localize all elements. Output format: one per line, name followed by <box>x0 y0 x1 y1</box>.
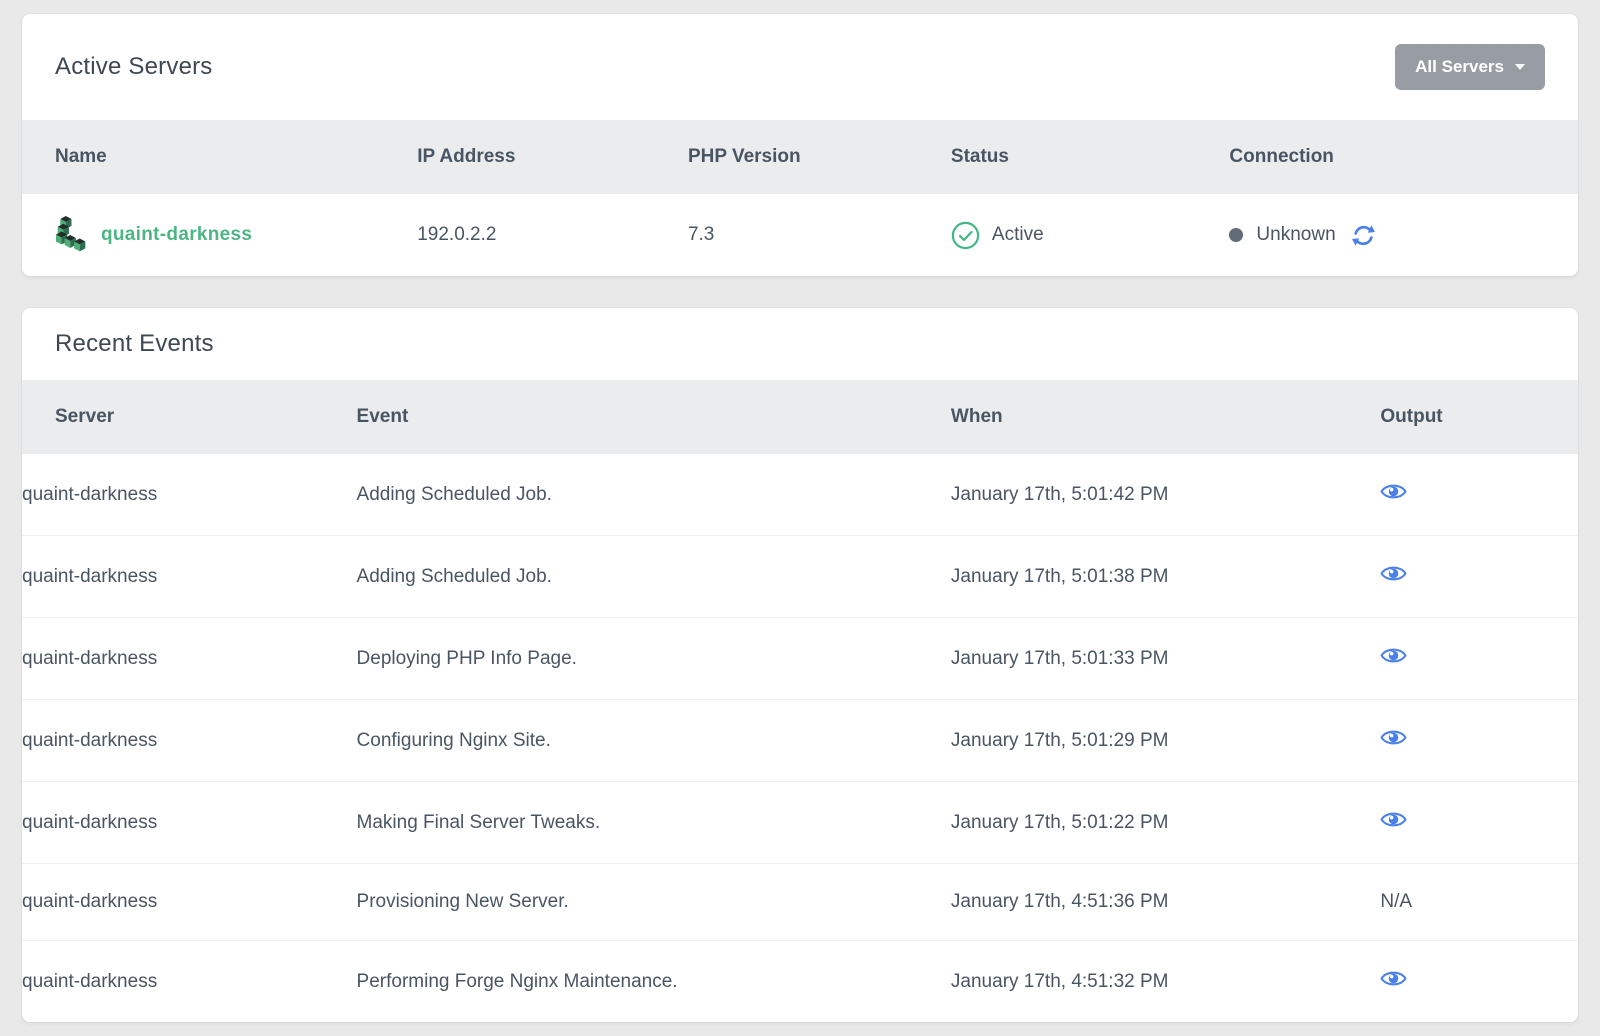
column-ip-address: IP Address <box>417 120 688 194</box>
eye-icon <box>1380 645 1407 666</box>
active-servers-title: Active Servers <box>55 53 213 81</box>
recent-events-table: Server Event When Output quaint-darkness… <box>22 380 1578 1022</box>
eye-icon <box>1380 968 1407 989</box>
column-connection: Connection <box>1229 120 1578 194</box>
event-when: January 17th, 5:01:22 PM <box>951 782 1380 864</box>
event-description: Performing Forge Nginx Maintenance. <box>357 941 951 1023</box>
server-row: quaint-darkness 192.0.2.2 7.3 <box>22 194 1578 276</box>
view-output-button[interactable] <box>1380 727 1407 748</box>
view-output-button[interactable] <box>1380 481 1407 502</box>
events-table-header-row: Server Event When Output <box>22 380 1578 454</box>
view-output-button[interactable] <box>1380 563 1407 584</box>
connection-status-dot-icon <box>1229 228 1243 242</box>
recent-events-header: Recent Events <box>22 308 1578 380</box>
recent-events-title: Recent Events <box>55 330 214 358</box>
recent-events-panel: Recent Events Server Event When Output q… <box>22 308 1578 1022</box>
event-description: Adding Scheduled Job. <box>357 454 951 536</box>
refresh-connection-button[interactable] <box>1351 223 1376 248</box>
eye-icon <box>1380 563 1407 584</box>
event-when: January 17th, 5:01:33 PM <box>951 618 1380 700</box>
column-event: Event <box>357 380 951 454</box>
server-php-version: 7.3 <box>688 194 951 276</box>
all-servers-dropdown[interactable]: All Servers <box>1395 44 1545 90</box>
event-row: quaint-darkness Provisioning New Server.… <box>22 864 1578 941</box>
event-server: quaint-darkness <box>22 782 357 864</box>
event-server: quaint-darkness <box>22 536 357 618</box>
event-description: Adding Scheduled Job. <box>357 536 951 618</box>
event-when: January 17th, 5:01:42 PM <box>951 454 1380 536</box>
event-description: Provisioning New Server. <box>357 864 951 941</box>
all-servers-dropdown-label: All Servers <box>1415 57 1504 77</box>
event-description: Configuring Nginx Site. <box>357 700 951 782</box>
event-server: quaint-darkness <box>22 618 357 700</box>
column-server: Server <box>22 380 357 454</box>
eye-icon <box>1380 809 1407 830</box>
event-server: quaint-darkness <box>22 454 357 536</box>
connection-status-text: Unknown <box>1256 224 1335 246</box>
column-status: Status <box>951 120 1230 194</box>
caret-down-icon <box>1515 64 1525 70</box>
server-name-link[interactable]: quaint-darkness <box>101 224 252 246</box>
column-name: Name <box>22 120 417 194</box>
server-status-text: Active <box>992 224 1044 246</box>
event-when: January 17th, 4:51:36 PM <box>951 864 1380 941</box>
column-php-version: PHP Version <box>688 120 951 194</box>
active-servers-header: Active Servers All Servers <box>22 14 1578 120</box>
event-description: Deploying PHP Info Page. <box>357 618 951 700</box>
column-when: When <box>951 380 1380 454</box>
event-row: quaint-darkness Performing Forge Nginx M… <box>22 941 1578 1023</box>
event-server: quaint-darkness <box>22 864 357 941</box>
event-row: quaint-darkness Deploying PHP Info Page.… <box>22 618 1578 700</box>
event-row: quaint-darkness Configuring Nginx Site. … <box>22 700 1578 782</box>
eye-icon <box>1380 727 1407 748</box>
event-row: quaint-darkness Adding Scheduled Job. Ja… <box>22 454 1578 536</box>
event-row: quaint-darkness Making Final Server Twea… <box>22 782 1578 864</box>
servers-table-header-row: Name IP Address PHP Version Status Conne… <box>22 120 1578 194</box>
column-output: Output <box>1380 380 1578 454</box>
view-output-button[interactable] <box>1380 645 1407 666</box>
event-server: quaint-darkness <box>22 941 357 1023</box>
dashboard-page: Active Servers All Servers Name IP Addre… <box>0 0 1600 1036</box>
event-description: Making Final Server Tweaks. <box>357 782 951 864</box>
view-output-button[interactable] <box>1380 968 1407 989</box>
output-not-available: N/A <box>1380 891 1412 912</box>
server-provider-icon <box>55 216 88 254</box>
active-servers-panel: Active Servers All Servers Name IP Addre… <box>22 14 1578 276</box>
event-when: January 17th, 5:01:29 PM <box>951 700 1380 782</box>
event-when: January 17th, 4:51:32 PM <box>951 941 1380 1023</box>
check-circle-icon <box>951 221 980 250</box>
server-ip: 192.0.2.2 <box>417 194 688 276</box>
view-output-button[interactable] <box>1380 809 1407 830</box>
event-server: quaint-darkness <box>22 700 357 782</box>
refresh-icon <box>1351 223 1376 248</box>
eye-icon <box>1380 481 1407 502</box>
event-when: January 17th, 5:01:38 PM <box>951 536 1380 618</box>
active-servers-table: Name IP Address PHP Version Status Conne… <box>22 120 1578 276</box>
event-row: quaint-darkness Adding Scheduled Job. Ja… <box>22 536 1578 618</box>
